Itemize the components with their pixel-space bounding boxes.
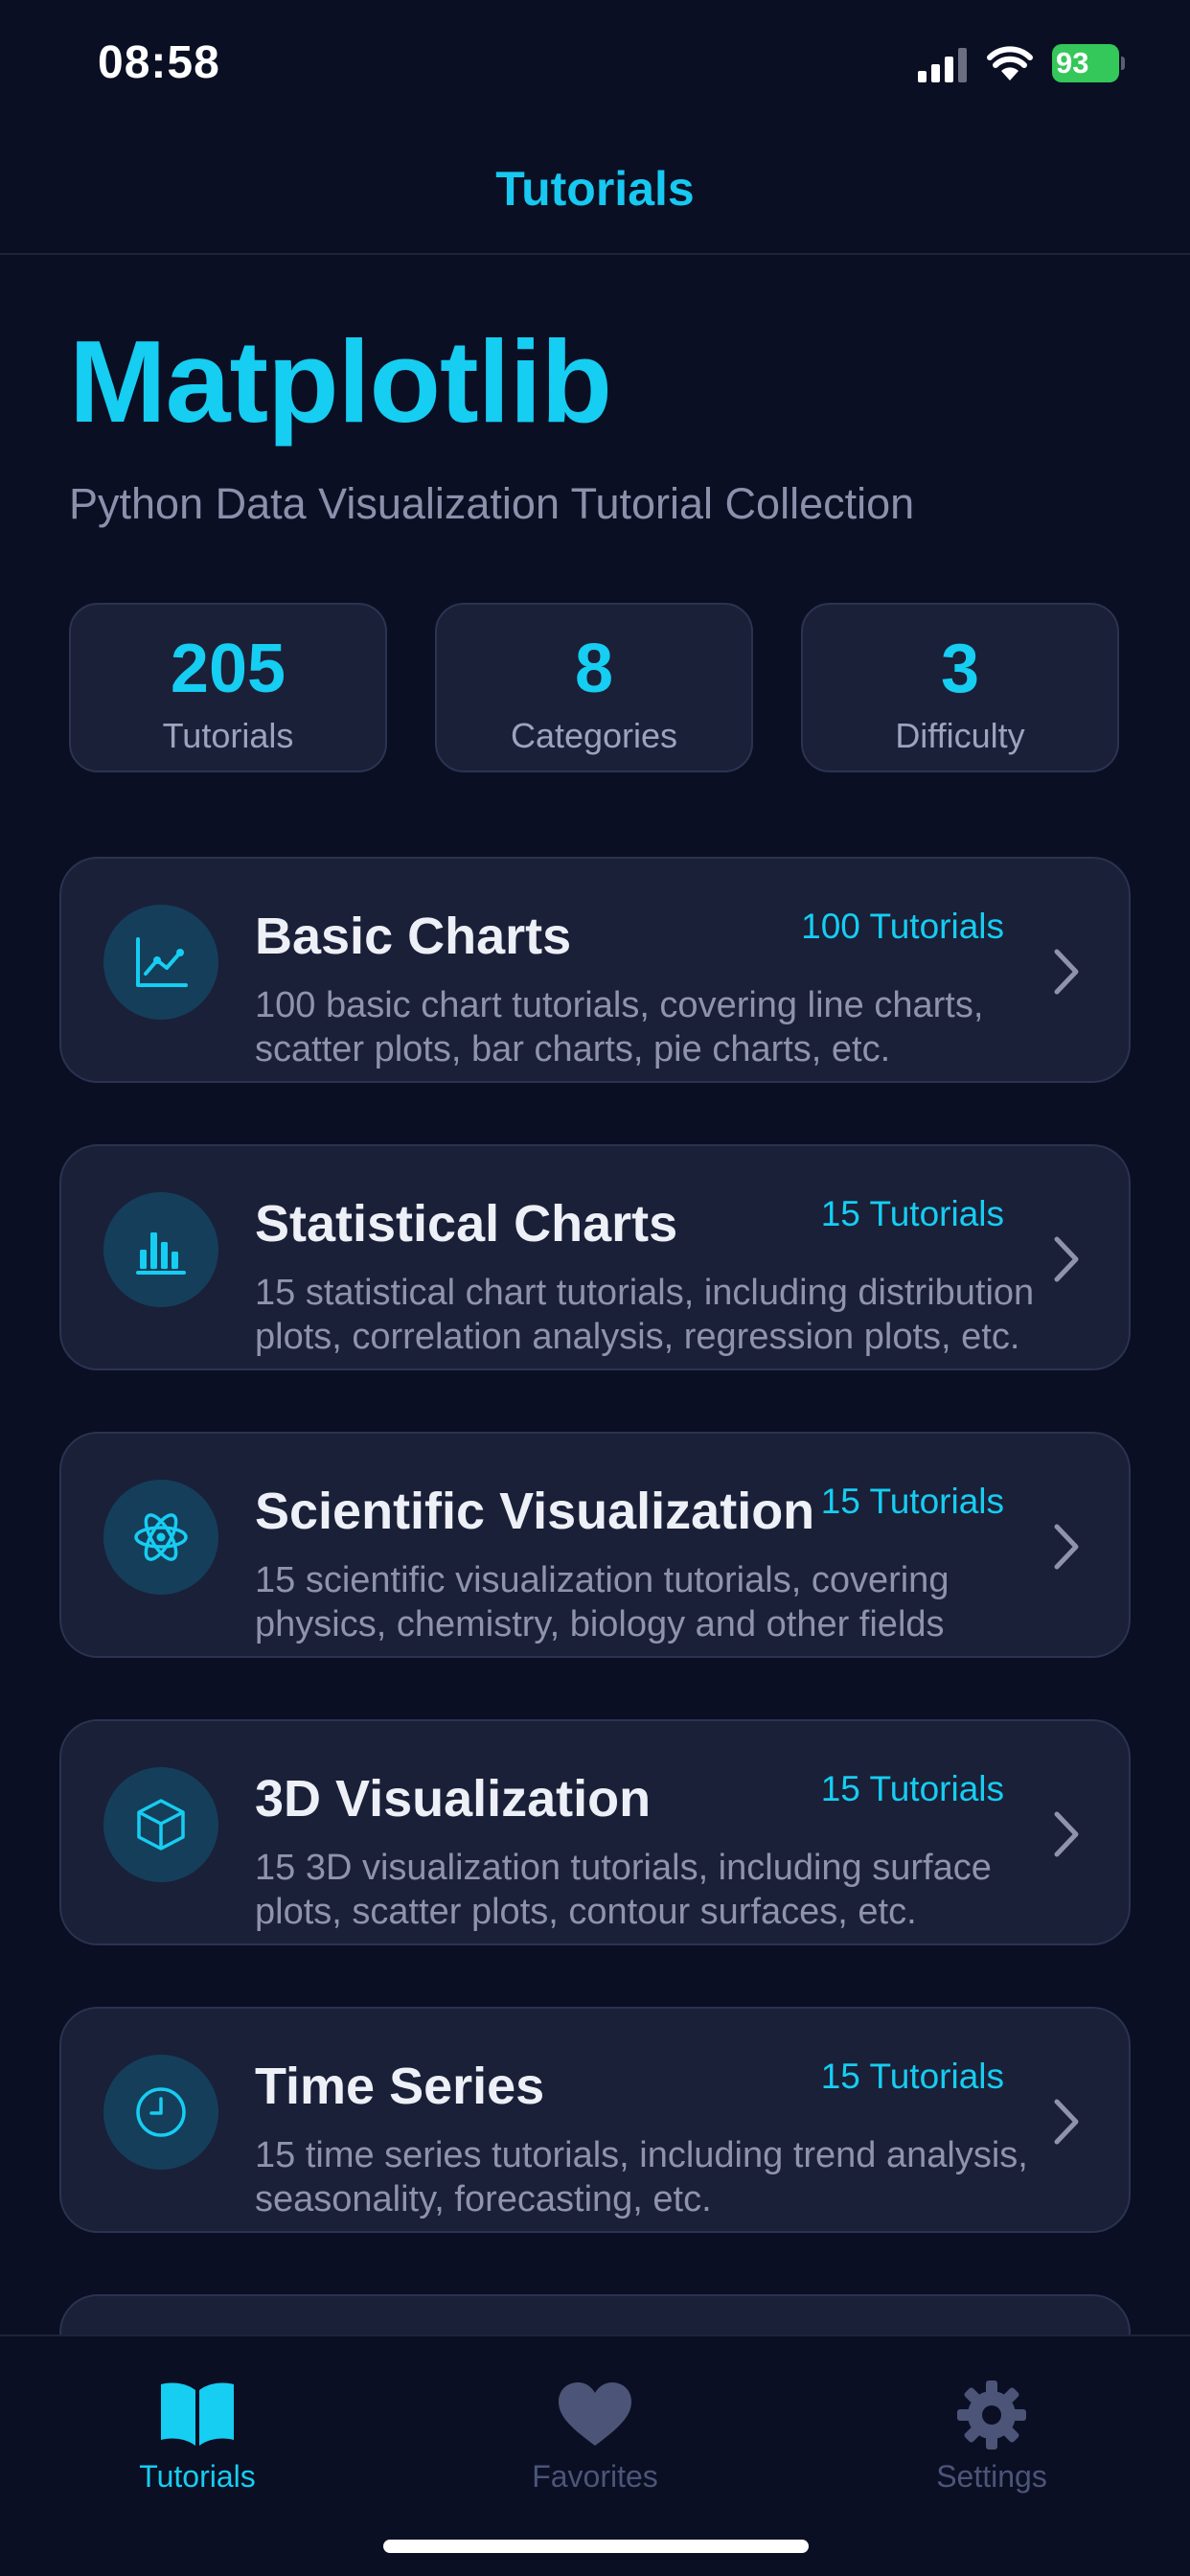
chevron-right-icon — [1054, 1811, 1079, 1857]
category-count: 15 Tutorials — [820, 1482, 1004, 1521]
nav-divider — [0, 253, 1190, 255]
bar-chart-icon — [103, 1192, 218, 1307]
category-count: 100 Tutorials — [801, 907, 1004, 946]
status-time: 08:58 — [98, 37, 220, 88]
category-card-statistical-charts[interactable]: Statistical Charts 15 Tutorials 15 stati… — [59, 1144, 1131, 1370]
stat-card-tutorials: 205 Tutorials — [69, 603, 387, 772]
category-count: 15 Tutorials — [820, 2057, 1004, 2096]
tab-label: Tutorials — [139, 2459, 256, 2494]
category-description: 100 basic chart tutorials, covering line… — [255, 985, 984, 1070]
line-chart-icon — [103, 905, 218, 1020]
wifi-icon — [987, 46, 1033, 80]
book-icon — [161, 2382, 234, 2446]
stat-value: 8 — [574, 631, 614, 707]
category-title: 3D Visualization — [255, 1770, 652, 1828]
category-card-basic-charts[interactable]: Basic Charts 100 Tutorials 100 basic cha… — [59, 857, 1131, 1083]
tab-favorites[interactable]: Favorites — [451, 2356, 739, 2499]
home-indicator — [383, 2540, 809, 2553]
chevron-right-icon — [1054, 1524, 1079, 1570]
status-bar: 08:58 93 — [0, 0, 1190, 129]
tab-label: Favorites — [532, 2459, 658, 2494]
category-title: Basic Charts — [255, 908, 572, 965]
stat-label: Tutorials — [162, 716, 294, 755]
atom-icon — [103, 1480, 218, 1595]
tab-tutorials[interactable]: Tutorials — [54, 2356, 341, 2499]
category-count: 15 Tutorials — [820, 1194, 1004, 1233]
battery-level: 93 — [1056, 46, 1089, 80]
cube-icon — [103, 1767, 218, 1882]
tab-settings[interactable]: Settings — [848, 2356, 1135, 2499]
chevron-right-icon — [1054, 949, 1079, 995]
category-description: 15 scientific visualization tutorials, c… — [255, 1560, 950, 1644]
category-title: Time Series — [255, 2058, 545, 2115]
heart-icon — [559, 2382, 631, 2446]
category-description: 15 3D visualization tutorials, including… — [255, 1848, 992, 1932]
app-screen: 08:58 93 Tutorials Matplotlib Python Dat… — [0, 0, 1190, 2576]
page-subtitle: Python Data Visualization Tutorial Colle… — [69, 479, 915, 528]
stat-value: 3 — [940, 631, 980, 707]
category-card-time-series[interactable]: Time Series 15 Tutorials 15 time series … — [59, 2007, 1131, 2233]
category-description: 15 statistical chart tutorials, includin… — [255, 1273, 1035, 1357]
category-count: 15 Tutorials — [820, 1769, 1004, 1808]
chevron-right-icon — [1054, 1236, 1079, 1282]
stat-card-difficulty: 3 Difficulty — [801, 603, 1119, 772]
category-description: 15 time series tutorials, including tren… — [255, 2135, 1028, 2220]
clock-icon — [103, 2055, 218, 2170]
category-card-3d-visualization[interactable]: 3D Visualization 15 Tutorials 15 3D visu… — [59, 1719, 1131, 1945]
cellular-signal-icon — [918, 48, 967, 82]
chevron-right-icon — [1054, 2099, 1079, 2145]
nav-title: Tutorials — [495, 162, 695, 216]
category-title: Scientific Visualization — [255, 1483, 815, 1540]
gear-icon — [957, 2380, 1026, 2450]
stat-value: 205 — [170, 631, 286, 707]
stat-label: Difficulty — [895, 716, 1025, 755]
category-title: Statistical Charts — [255, 1195, 678, 1253]
page-title: Matplotlib — [69, 316, 612, 447]
battery-icon: 93 — [1052, 44, 1125, 82]
stat-card-categories: 8 Categories — [435, 603, 753, 772]
category-card-scientific-visualization[interactable]: Scientific Visualization 15 Tutorials 15… — [59, 1432, 1131, 1658]
stat-label: Categories — [510, 716, 678, 755]
tab-label: Settings — [936, 2459, 1047, 2494]
